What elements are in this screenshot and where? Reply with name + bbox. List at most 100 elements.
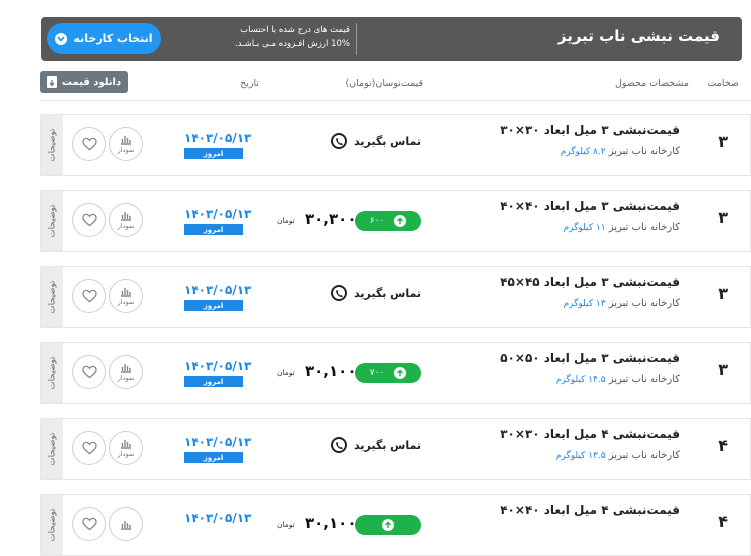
- table-row: ۴ قیمت‌نبشی ۴ میل ابعاد ۳۰×۳۰ کارخانه نا…: [40, 418, 751, 480]
- chevron-down-icon: [55, 32, 68, 45]
- favorite-button[interactable]: [72, 507, 106, 541]
- favorite-button[interactable]: [72, 279, 106, 313]
- contact-label: تماس بگیرید: [354, 134, 421, 148]
- heart-icon: [81, 213, 97, 227]
- product-name-link[interactable]: قیمت‌نبشی ۴ میل ابعاد ۳۰×۳۰: [500, 427, 680, 441]
- product-name-link[interactable]: قیمت‌نبشی ۳ میل ابعاد ۳۰×۳۰: [500, 123, 680, 137]
- chart-label: نمودار: [117, 298, 135, 306]
- product-factory: کارخانه ناب تبریز ۱۳ کیلوگرم: [564, 298, 680, 309]
- contact-us-button[interactable]: تماس بگیرید: [331, 437, 421, 453]
- today-badge: امروز: [184, 224, 243, 235]
- favorite-button[interactable]: [72, 431, 106, 465]
- bar-chart-icon: [121, 364, 131, 373]
- favorite-button[interactable]: [72, 355, 106, 389]
- product-weight: ۱۴.۵ کیلوگرم: [555, 375, 606, 385]
- select-factory-button[interactable]: انتخاب کارخانه: [47, 23, 161, 54]
- product-factory: کارخانه ناب تبریز ۱۳.۵ کیلوگرم: [556, 450, 680, 461]
- favorite-button[interactable]: [72, 203, 106, 237]
- chart-label: نمودار: [117, 374, 135, 382]
- description-label: توضیحات: [47, 356, 57, 390]
- factory-name: کارخانه ناب تبریز: [608, 450, 680, 461]
- description-tab[interactable]: توضیحات: [41, 343, 63, 403]
- chart-button[interactable]: نمودار: [109, 127, 143, 161]
- description-label: توضیحات: [47, 432, 57, 466]
- phone-icon: [331, 437, 347, 453]
- contact-label: تماس بگیرید: [354, 438, 421, 452]
- header-bar: قیمت نبشی ناب تبریز قیمت های درج شده با …: [41, 17, 742, 61]
- product-name-link[interactable]: قیمت‌نبشی ۳ میل ابعاد ۴۰×۴۰: [500, 199, 680, 213]
- price-change-badge: ۶۰۰: [355, 211, 421, 231]
- vat-note: قیمت های درج شده با احتساب 10% ارزش افـز…: [177, 23, 357, 55]
- chart-label: نمودار: [117, 450, 135, 458]
- heart-icon: [81, 517, 97, 531]
- product-name-link[interactable]: قیمت‌نبشی ۳ میل ابعاد ۵۰×۵۰: [500, 351, 680, 365]
- heart-icon: [81, 441, 97, 455]
- product-weight: ۱۳ کیلوگرم: [563, 299, 606, 309]
- factory-name: کارخانه ناب تبریز: [608, 222, 680, 233]
- download-price-button[interactable]: دانلود قیمت: [40, 71, 128, 93]
- price-date: ۱۴۰۳/۰۵/۱۳: [184, 435, 252, 449]
- bar-chart-icon: [121, 212, 131, 221]
- table-row: ۳ قیمت‌نبشی ۳ میل ابعاد ۵۰×۵۰ کارخانه نا…: [40, 342, 751, 404]
- price-date: ۱۴۰۳/۰۵/۱۳: [184, 359, 252, 373]
- product-name-link[interactable]: قیمت‌نبشی ۳ میل ابعاد ۴۵×۴۵: [500, 275, 680, 289]
- today-badge: امروز: [184, 300, 243, 311]
- price-change-value: ۷۰۰: [369, 368, 385, 378]
- price-date: ۱۴۰۳/۰۵/۱۳: [184, 207, 252, 221]
- product-factory: کارخانه ناب تبریز ۱۴.۵ کیلوگرم: [556, 374, 680, 385]
- select-factory-label: انتخاب کارخانه: [73, 32, 153, 45]
- today-badge: امروز: [184, 452, 243, 463]
- price-date: ۱۴۰۳/۰۵/۱۳: [184, 131, 252, 145]
- thickness-value: ۳: [718, 208, 728, 227]
- description-tab[interactable]: توضیحات: [41, 191, 63, 251]
- thickness-value: ۴: [718, 436, 728, 455]
- description-tab[interactable]: توضیحات: [41, 495, 63, 555]
- product-factory: کارخانه ناب تبریز ۱۱ کیلوگرم: [564, 222, 680, 233]
- col-specs: مشخصات محصول: [614, 78, 689, 89]
- chart-label: نمودار: [117, 146, 135, 154]
- col-price: قیمت‌نوسان(تومان): [345, 78, 423, 89]
- chart-button[interactable]: نمودار: [109, 431, 143, 465]
- table-row: ۳ قیمت‌نبشی ۳ میل ابعاد ۴۰×۴۰ کارخانه نا…: [40, 190, 751, 252]
- contact-us-button[interactable]: تماس بگیرید: [331, 133, 421, 149]
- download-file-icon: [46, 76, 57, 88]
- factory-name: کارخانه ناب تبریز: [608, 374, 680, 385]
- thickness-value: ۳: [718, 284, 728, 303]
- price-unit: تومان: [277, 520, 295, 529]
- price-change-badge: ۷۰۰: [355, 363, 421, 383]
- thickness-value: ۳: [718, 132, 728, 151]
- product-weight: ۸.۲ کیلوگرم: [560, 147, 606, 157]
- heart-icon: [81, 137, 97, 151]
- factory-name: کارخانه ناب تبریز: [608, 298, 680, 309]
- phone-icon: [331, 133, 347, 149]
- chart-button[interactable]: نمودار: [109, 203, 143, 237]
- description-tab[interactable]: توضیحات: [41, 115, 63, 175]
- product-weight: ۱۱ کیلوگرم: [563, 223, 606, 233]
- chart-button[interactable]: نمودار: [109, 279, 143, 313]
- phone-icon: [331, 285, 347, 301]
- arrow-up-icon: [394, 215, 407, 227]
- chart-button[interactable]: نمودار: [109, 355, 143, 389]
- col-date: تاریخ: [240, 78, 259, 89]
- price-unit: تومان: [277, 216, 295, 225]
- contact-us-button[interactable]: تماس بگیرید: [331, 285, 421, 301]
- product-weight: ۱۳.۵ کیلوگرم: [555, 451, 606, 461]
- bar-chart-icon: [121, 440, 131, 449]
- description-tab[interactable]: توضیحات: [41, 267, 63, 327]
- description-label: توضیحات: [47, 508, 57, 542]
- description-tab[interactable]: توضیحات: [41, 419, 63, 479]
- price-value: ۳۰,۳۰۰: [305, 210, 357, 228]
- product-name-link[interactable]: قیمت‌نبشی ۴ میل ابعاد ۴۰×۴۰: [500, 503, 680, 517]
- chart-button[interactable]: [109, 507, 143, 541]
- table-row: ۴ قیمت‌نبشی ۴ میل ابعاد ۴۰×۴۰ ۳۰,۱۰۰ توم…: [40, 494, 751, 556]
- favorite-button[interactable]: [72, 127, 106, 161]
- table-row: ۳ قیمت‌نبشی ۳ میل ابعاد ۴۵×۴۵ کارخانه نا…: [40, 266, 751, 328]
- vat-note-line1: قیمت های درج شده با احتساب: [240, 25, 350, 35]
- price-change-value: ۶۰۰: [369, 216, 385, 226]
- arrow-up-icon: [382, 519, 394, 531]
- description-label: توضیحات: [47, 204, 57, 238]
- page-title: قیمت نبشی ناب تبریز: [557, 27, 720, 45]
- bar-chart-icon: [121, 136, 131, 145]
- price-value: ۳۰,۱۰۰: [305, 514, 357, 532]
- header-divider: [40, 100, 751, 101]
